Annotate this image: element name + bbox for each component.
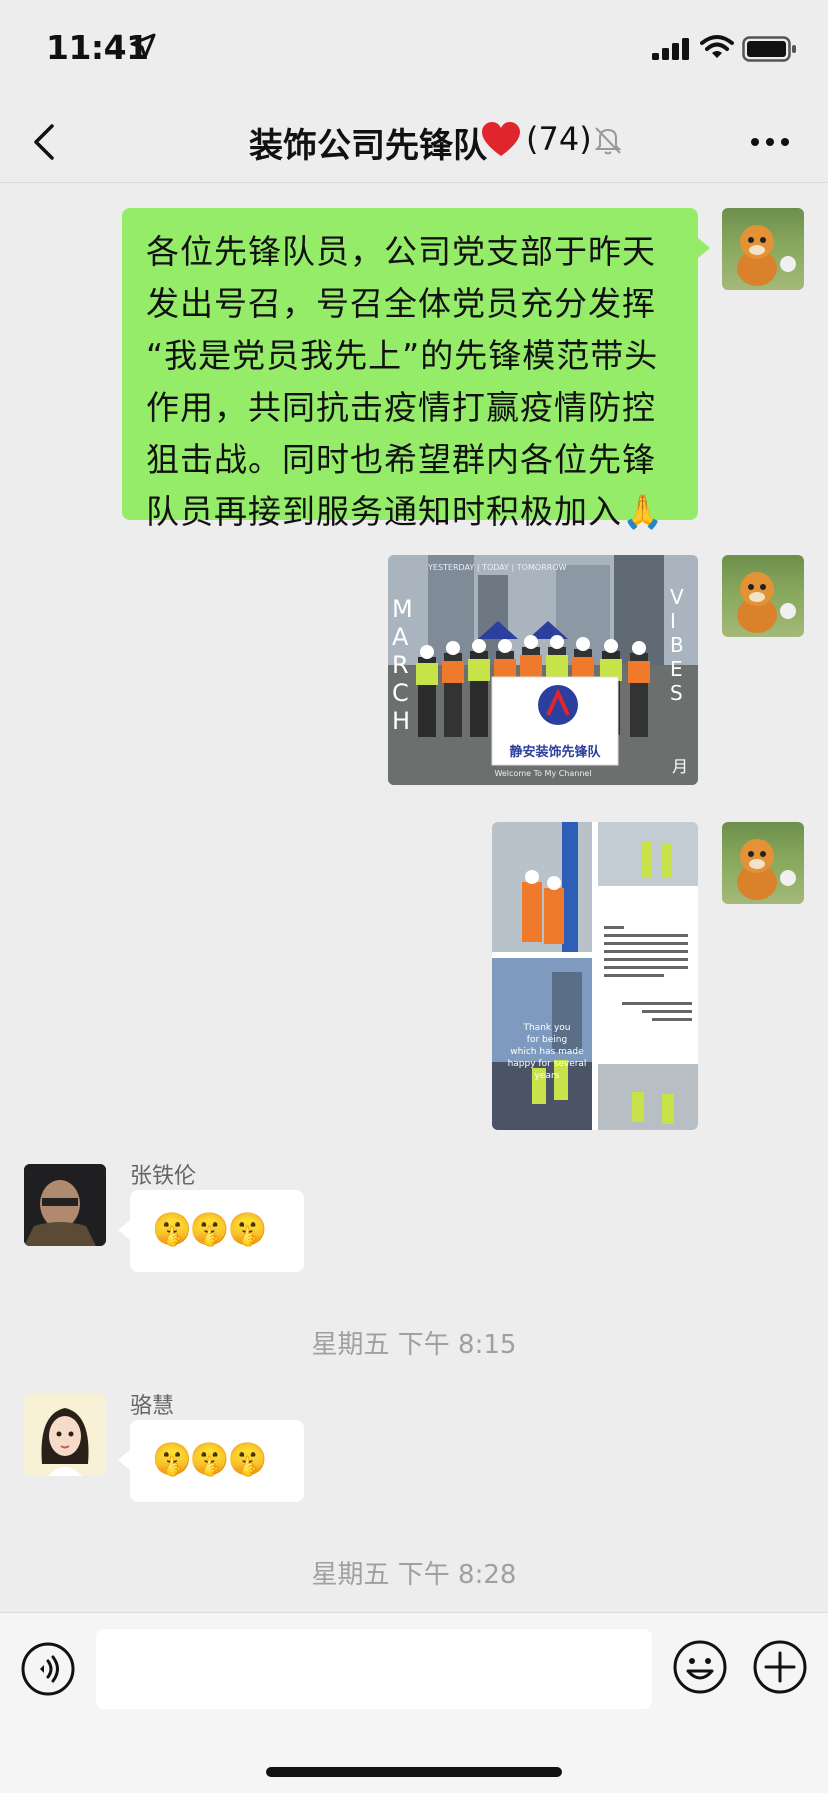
- emoji-text: 🤫🤫🤫: [152, 1210, 268, 1248]
- message-line: 狙击战。同时也希望群内各位先锋: [146, 440, 656, 479]
- emoji-text: 🤫🤫🤫: [152, 1440, 268, 1478]
- member-count: (74): [526, 120, 592, 158]
- heart-icon: [482, 122, 520, 156]
- plus-circle-icon[interactable]: [752, 1639, 808, 1695]
- timestamp: 星期五 下午 8:28: [311, 1560, 517, 1590]
- banner-text: 静安装饰先锋队: [509, 745, 601, 760]
- tiger-figure-icon: [737, 225, 796, 286]
- caption-top: YESTERDAY | TODAY | TOMORROW: [428, 563, 567, 572]
- bubble-tail: [118, 1220, 130, 1240]
- home-indicator[interactable]: [266, 1767, 562, 1777]
- status-bar: 11:41: [0, 0, 828, 100]
- battery-icon: [742, 36, 796, 62]
- avatar-self[interactable]: [722, 822, 804, 904]
- caption-right: VIBES: [670, 585, 688, 705]
- avatar-zhang-tielun[interactable]: [24, 1164, 106, 1246]
- avatar-self[interactable]: [722, 208, 804, 290]
- wifi-icon: [700, 35, 734, 58]
- person-photo-icon: [24, 1164, 106, 1246]
- message-line: 发出号召，号召全体党员充分发挥: [146, 284, 656, 323]
- caption-left: MARCH: [392, 595, 419, 735]
- message-image-collage[interactable]: Thank you for being which has made happy…: [492, 822, 698, 1130]
- message-bubble-emoji[interactable]: 🤫🤫🤫: [130, 1420, 304, 1502]
- message-line: 队员再接到服务通知时积极加入🙏: [146, 492, 665, 531]
- message-bubble-emoji[interactable]: 🤫🤫🤫: [130, 1190, 304, 1272]
- message-input[interactable]: [96, 1629, 652, 1709]
- message-bubble-text[interactable]: 各位先锋队员，公司党支部于昨天 发出号召，号召全体党员充分发挥 “我是党员我先上…: [122, 208, 698, 531]
- ellipsis-icon[interactable]: [750, 136, 790, 148]
- bubble-tail: [118, 1450, 130, 1470]
- caption-bottom: Welcome To My Channel: [494, 769, 592, 778]
- cartoon-girl-icon: [24, 1394, 106, 1476]
- chat-title[interactable]: 装饰公司先锋队: [0, 118, 828, 167]
- tiger-figure-icon: [737, 572, 796, 633]
- message-line: 各位先锋队员，公司党支部于昨天: [146, 232, 656, 271]
- input-bar: [0, 1612, 828, 1793]
- bell-slash-icon: [594, 127, 622, 155]
- tiger-figure-icon: [737, 839, 796, 900]
- message-image-group-photo[interactable]: 静安装饰先锋队 YESTERDAY | TODAY | TOMORROW MAR…: [388, 555, 698, 785]
- signal-icon: [652, 38, 689, 60]
- caption-corner: 月: [672, 757, 689, 776]
- chat-header: 装饰公司先锋队 (74): [0, 100, 828, 183]
- sender-name: 张铁伦: [130, 1164, 197, 1189]
- location-arrow-icon: [130, 33, 156, 59]
- message-line: 作用，共同抗击疫情打赢疫情防控: [146, 388, 656, 427]
- timestamp: 星期五 下午 8:15: [311, 1330, 517, 1360]
- collage-graphic: [492, 822, 698, 1130]
- avatar-luo-hui[interactable]: [24, 1394, 106, 1476]
- smiley-icon[interactable]: [672, 1639, 728, 1695]
- collage-overlay-text: Thank you for being which has made happy…: [507, 1023, 587, 1081]
- voice-icon[interactable]: [20, 1641, 76, 1697]
- group-name: 装饰公司先锋队: [249, 126, 487, 166]
- message-line: “我是党员我先上”的先锋模范带头: [146, 336, 659, 375]
- avatar-self[interactable]: [722, 555, 804, 637]
- sender-name: 骆慧: [130, 1394, 175, 1419]
- bubble-tail: [698, 238, 710, 258]
- emoji: 🙏: [622, 492, 665, 531]
